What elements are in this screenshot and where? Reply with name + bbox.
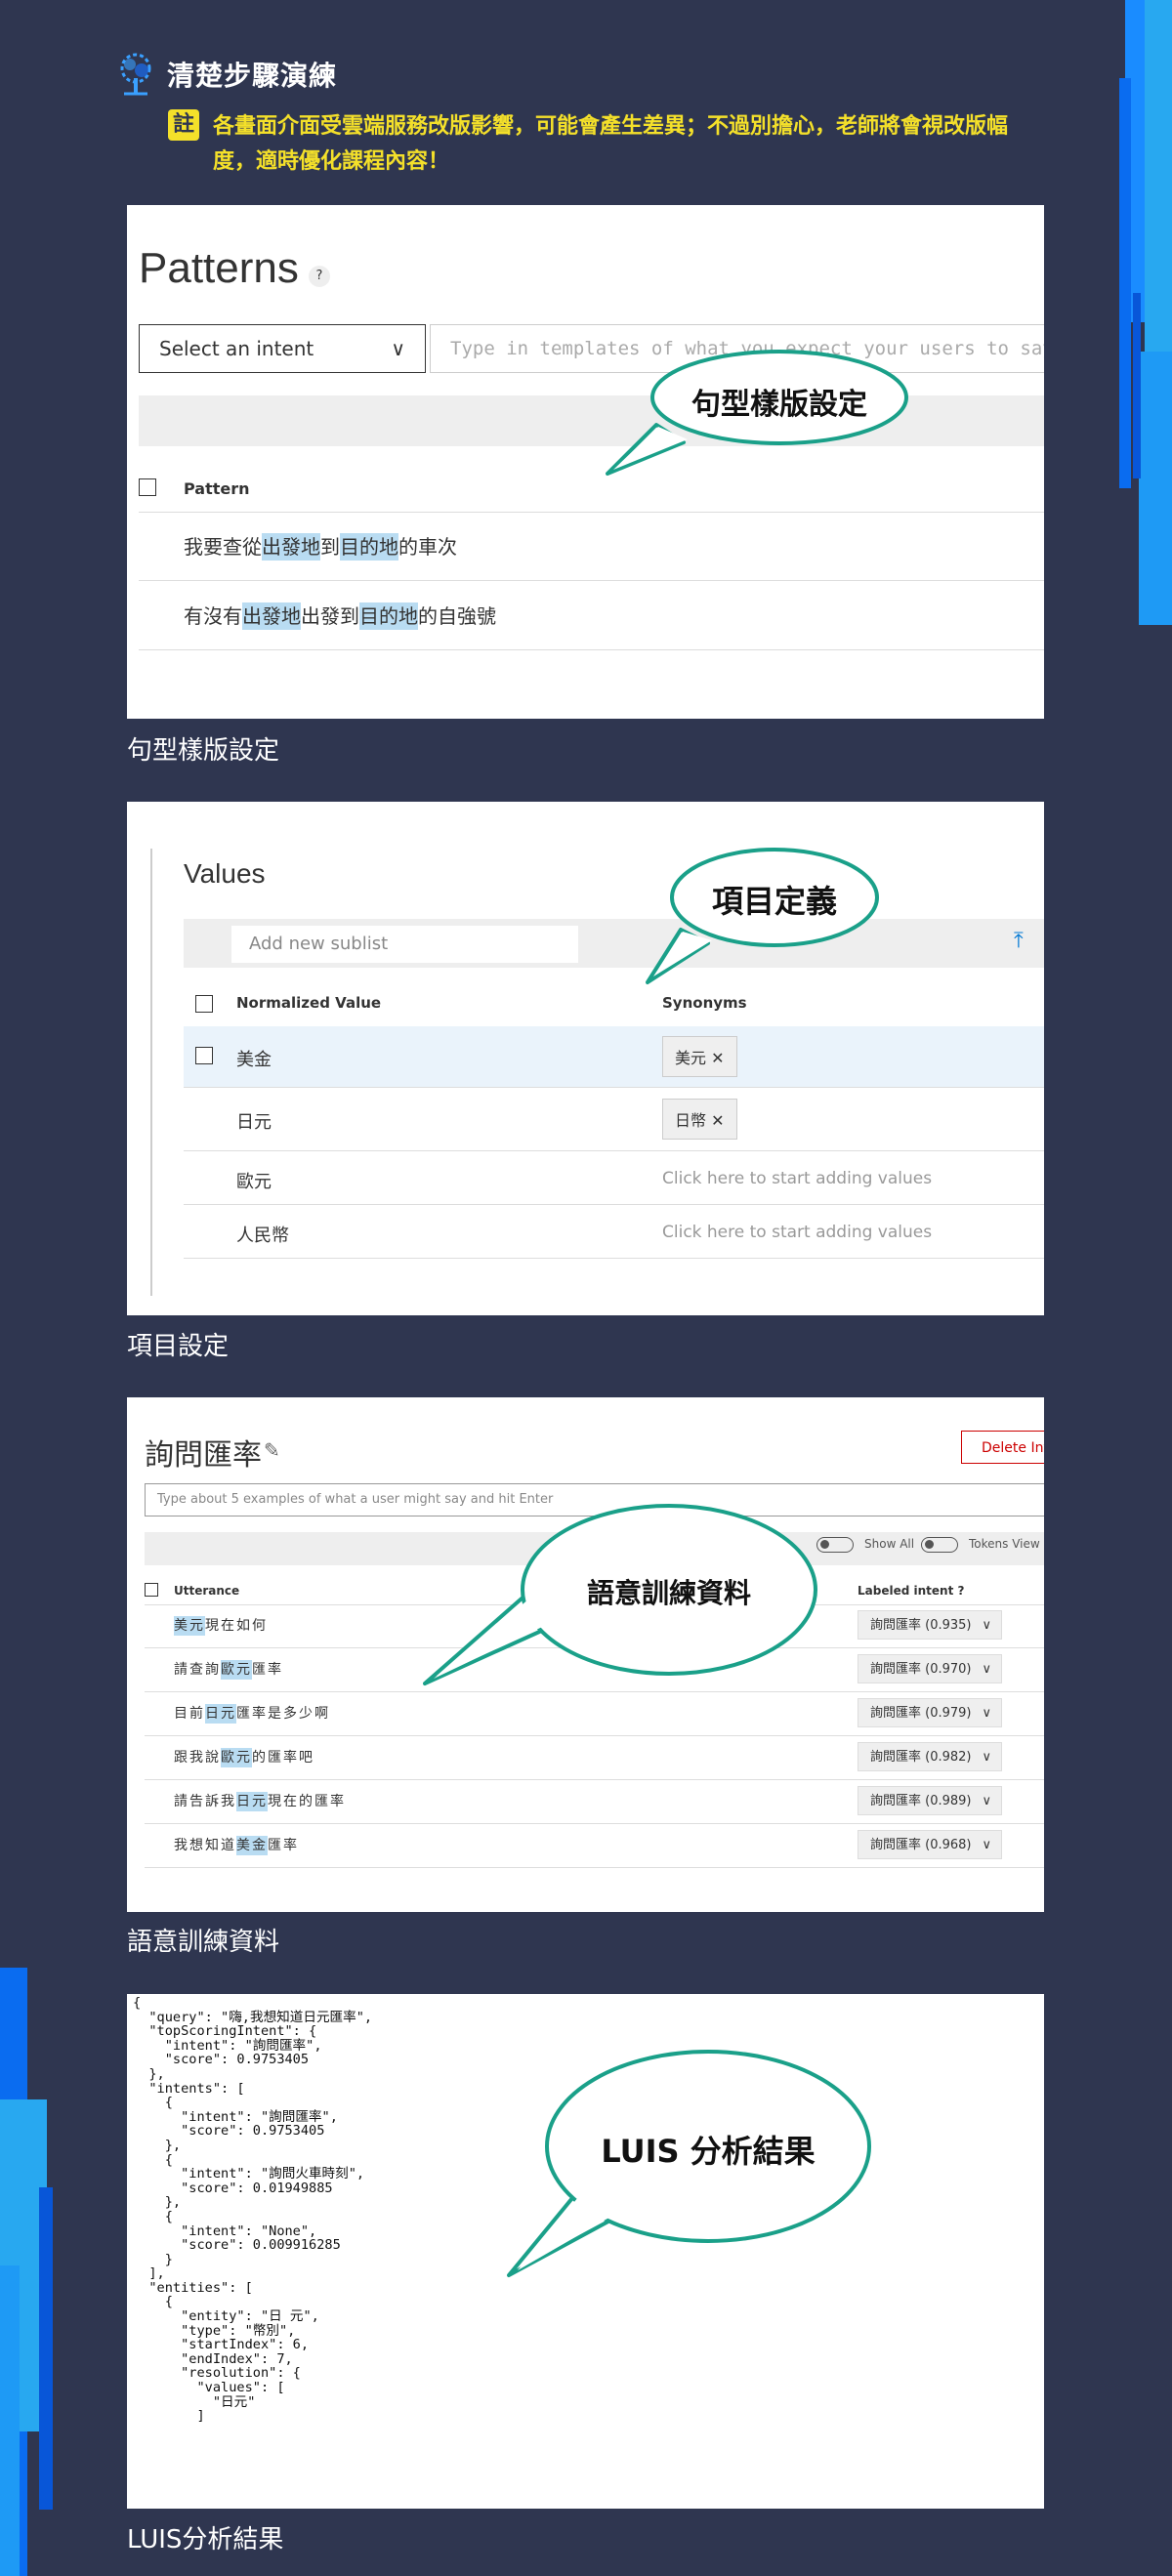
- help-icon: ?: [957, 1584, 965, 1598]
- chevron-down-icon: ∨: [982, 1706, 991, 1721]
- speech-bubble: LUIS 分析結果: [507, 2049, 874, 2283]
- intent-label-dropdown[interactable]: 詢問匯率 (0.970) ∨: [858, 1654, 1002, 1683]
- edit-icon[interactable]: ✎: [264, 1438, 280, 1462]
- chevron-down-icon: ∨: [982, 1838, 991, 1852]
- notice-text: 各畫面介面受雲端服務改版影響，可能會產生差異；不過別擔心，老師將會視改版幅度，適…: [213, 114, 1009, 174]
- bubble-text: 句型樣版設定: [691, 388, 867, 422]
- notice-badge: 註: [168, 109, 199, 141]
- caption: 語意訓練資料: [127, 1928, 280, 1957]
- delete-intent-button[interactable]: Delete Inte: [961, 1431, 1044, 1464]
- show-all-label: Show All: [864, 1537, 915, 1551]
- tokens-view-label: Tokens View: [969, 1537, 1040, 1551]
- bubble-text: 語意訓練資料: [586, 1577, 751, 1609]
- chevron-down-icon: ∨: [982, 1750, 991, 1765]
- section-header: 清楚步驟演練: [112, 51, 337, 98]
- speech-bubble: 項目定義: [640, 846, 913, 984]
- utterance-row[interactable]: 請告訴我日元現在的匯率: [174, 1791, 346, 1811]
- chevron-down-icon: ∨: [982, 1794, 991, 1808]
- utterance-row[interactable]: 美元現在如何: [174, 1615, 268, 1636]
- row-checkbox[interactable]: [195, 1047, 213, 1064]
- tokens-view-toggle[interactable]: [921, 1537, 958, 1553]
- close-icon: ✕: [711, 1049, 725, 1067]
- select-all-checkbox[interactable]: [139, 478, 156, 496]
- add-values-placeholder[interactable]: Click here to start adding values: [662, 1169, 932, 1188]
- utterance-row[interactable]: 我想知道美金匯率: [174, 1835, 299, 1855]
- patterns-title: Patterns: [139, 244, 299, 292]
- utterance-row[interactable]: 跟我說歐元的匯率吧: [174, 1747, 314, 1767]
- close-icon: ✕: [711, 1111, 725, 1130]
- value-cell: 歐元: [236, 1172, 272, 1192]
- value-cell: 日元: [236, 1112, 272, 1133]
- show-all-toggle[interactable]: [816, 1537, 854, 1553]
- bubble-text: LUIS 分析結果: [601, 2133, 816, 2170]
- intent-label-dropdown[interactable]: 詢問匯率 (0.968) ∨: [858, 1830, 1002, 1859]
- value-cell: 美金: [236, 1050, 272, 1070]
- column-normalized-value: Normalized Value: [236, 994, 382, 1012]
- select-all-checkbox[interactable]: [145, 1583, 158, 1597]
- column-utterance: Utterance: [174, 1584, 240, 1598]
- table-row-selected[interactable]: [184, 1026, 1044, 1087]
- caption: LUIS分析結果: [127, 2525, 284, 2555]
- tree-logo-icon: [120, 53, 151, 96]
- column-pattern: Pattern: [184, 479, 250, 498]
- pattern-row[interactable]: 我要查從出發地到目的地的車次: [184, 531, 457, 561]
- column-synonyms: Synonyms: [662, 994, 747, 1012]
- caption: 項目設定: [127, 1332, 230, 1361]
- intent-select[interactable]: Select an intent ∨: [139, 324, 426, 373]
- caption: 句型樣版設定: [127, 736, 280, 766]
- add-values-placeholder[interactable]: Click here to start adding values: [662, 1223, 932, 1242]
- intent-label-dropdown[interactable]: 詢問匯率 (0.979) ∨: [858, 1698, 1002, 1727]
- synonym-chip[interactable]: 美元 ✕: [662, 1036, 737, 1077]
- help-icon[interactable]: ?: [309, 266, 330, 287]
- notice: 註 各畫面介面受雲端服務改版影響，可能會產生差異；不過別擔心，老師將會視改版幅度…: [168, 109, 1047, 180]
- utterance-row[interactable]: 目前日元匯率是多少啊: [174, 1703, 330, 1724]
- values-title: Values: [184, 858, 266, 889]
- chevron-down-icon: ∨: [391, 337, 405, 360]
- pattern-row[interactable]: 有沒有出發地出發到目的地的自強號: [184, 601, 496, 630]
- utterance-row[interactable]: 請查詢歐元匯率: [174, 1659, 283, 1680]
- select-all-checkbox[interactable]: [195, 995, 213, 1013]
- intent-select-label: Select an intent: [159, 337, 314, 360]
- value-cell: 人民幣: [236, 1226, 289, 1246]
- intent-label-dropdown[interactable]: 詢問匯率 (0.982) ∨: [858, 1742, 1002, 1771]
- json-output: { "query": "嗨,我想知道日元匯率", "topScoringInte…: [133, 1995, 373, 2425]
- intent-title: 詢問匯率: [145, 1438, 262, 1473]
- scroll-top-icon[interactable]: ⤒: [1014, 929, 1024, 953]
- synonym-chip[interactable]: 日幣 ✕: [662, 1099, 737, 1140]
- intent-label-dropdown[interactable]: 詢問匯率 (0.989) ∨: [858, 1786, 1002, 1815]
- speech-bubble: 語意訓練資料: [420, 1502, 820, 1697]
- chevron-down-icon: ∨: [982, 1662, 991, 1677]
- speech-bubble: 句型樣版設定: [606, 347, 938, 483]
- intent-label-dropdown[interactable]: 詢問匯率 (0.935) ∨: [858, 1610, 1002, 1640]
- page-title: 清楚步驟演練: [167, 60, 338, 92]
- chevron-down-icon: ∨: [982, 1618, 991, 1633]
- column-labeled-intent: Labeled intent ?: [858, 1584, 965, 1598]
- add-sublist-input[interactable]: Add new sublist: [231, 926, 578, 963]
- bubble-text: 項目定義: [711, 883, 837, 920]
